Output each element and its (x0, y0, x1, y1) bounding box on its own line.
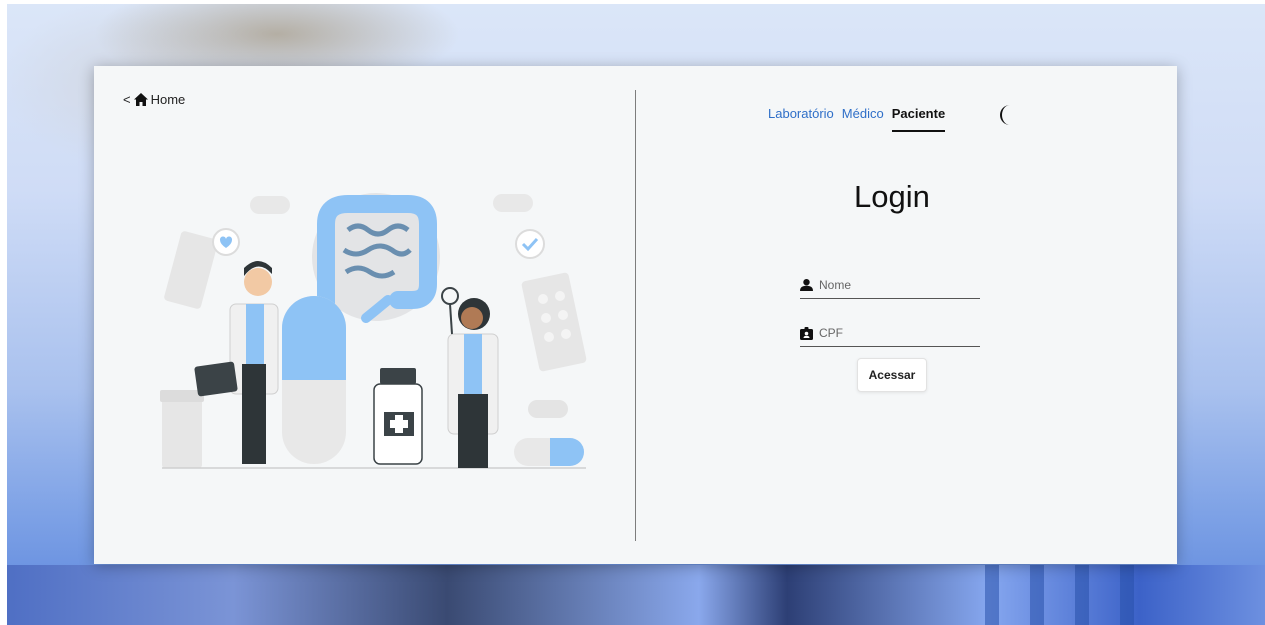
tab-laboratorio[interactable]: Laboratório (768, 106, 834, 132)
moon-icon[interactable] (996, 104, 1018, 126)
test-tube-decoration (1075, 565, 1089, 625)
cpf-input[interactable] (819, 326, 969, 340)
user-type-tabs: Laboratório Médico Paciente (768, 106, 946, 132)
login-card: < Home Laboratório Médico Paciente Login… (94, 66, 1177, 564)
tab-paciente[interactable]: Paciente (891, 106, 946, 132)
back-chevron: < (123, 92, 131, 107)
test-tube-decoration (1030, 565, 1044, 625)
id-badge-icon (800, 326, 813, 340)
home-icon (133, 93, 148, 106)
test-tube-decoration (1120, 565, 1134, 625)
name-field (800, 272, 980, 299)
login-title: Login (854, 179, 930, 214)
user-icon (800, 279, 813, 291)
vertical-divider (635, 90, 636, 541)
tab-medico[interactable]: Médico (842, 106, 884, 132)
doctors-illustration (160, 193, 587, 469)
cpf-field (800, 320, 980, 347)
access-button[interactable]: Acessar (857, 358, 927, 392)
home-label: Home (150, 92, 186, 107)
name-input[interactable] (819, 278, 969, 292)
test-tube-decoration (985, 565, 999, 625)
home-link[interactable]: < Home (123, 92, 185, 107)
